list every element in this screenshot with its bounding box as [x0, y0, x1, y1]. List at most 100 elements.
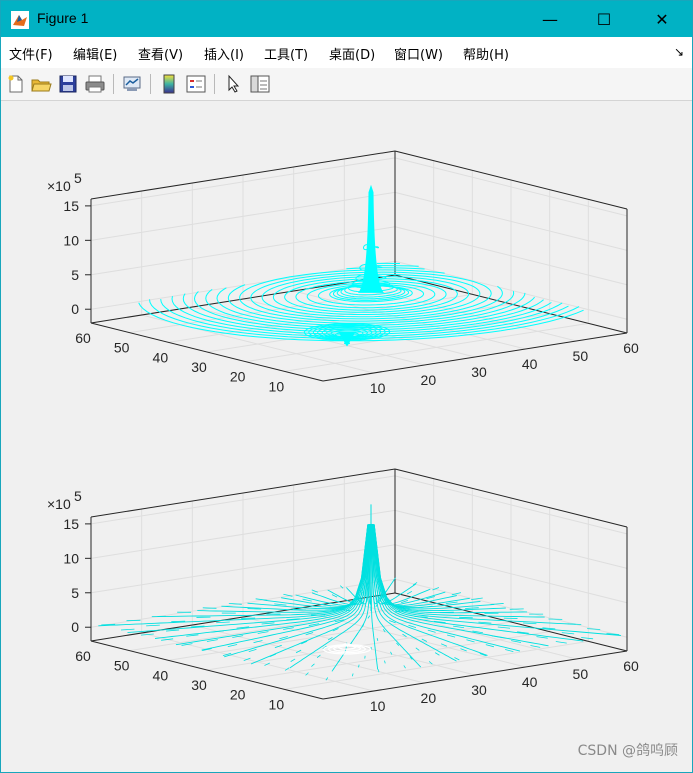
menu-window[interactable]: 窗口(W)	[394, 44, 443, 63]
streamline-segment	[274, 603, 287, 606]
streamline	[373, 524, 545, 618]
streamline	[98, 524, 369, 627]
toolbar-separator	[150, 74, 151, 94]
open-file-icon[interactable]	[30, 73, 52, 95]
streamline-segment	[414, 616, 428, 618]
menu-bar: 文件(F) 编辑(E) 查看(V) 插入(I) 工具(T) 桌面(D) 窗口(W…	[1, 37, 692, 69]
legend-icon[interactable]	[185, 73, 207, 95]
streamline	[372, 525, 488, 656]
z-exponent-label: ×10	[47, 178, 71, 194]
streamline-segment	[587, 628, 601, 630]
streamline	[373, 524, 481, 609]
streamline-segment	[536, 636, 548, 639]
x-tick-label: 40	[522, 674, 538, 690]
z-tick-label: 5	[71, 585, 79, 601]
menu-edit[interactable]: 编辑(E)	[73, 44, 117, 63]
y-tick-label: 50	[114, 658, 130, 674]
streamline-segment	[581, 637, 594, 640]
x-tick-label: 50	[573, 348, 589, 364]
gridline	[245, 631, 550, 681]
streamline-segment	[101, 623, 116, 626]
menu-help[interactable]: 帮助(H)	[463, 44, 509, 63]
colorbar-icon[interactable]	[158, 73, 180, 95]
streamline	[263, 524, 369, 608]
link-plot-icon[interactable]	[121, 73, 143, 95]
maximize-icon: ☐	[596, 9, 612, 29]
toolbar-separator	[214, 74, 215, 94]
y-tick-label: 50	[114, 340, 130, 356]
menu-desktop[interactable]: 桌面(D)	[329, 44, 375, 63]
matlab-logo-icon	[11, 11, 29, 29]
streamline-segment	[523, 622, 537, 625]
window-title: Figure 1	[37, 10, 89, 26]
z-tick-label: 5	[71, 267, 79, 283]
pointer-icon[interactable]	[223, 73, 245, 95]
z-exponent-power: 5	[74, 170, 82, 186]
print-icon[interactable]	[84, 73, 106, 95]
y-tick-label: 30	[191, 677, 207, 693]
streamline-segment	[227, 644, 238, 647]
streamline-segment	[216, 621, 230, 624]
z-tick-label: 0	[71, 301, 79, 317]
z-tick-label: 15	[63, 198, 79, 214]
menu-file[interactable]: 文件(F)	[9, 44, 53, 63]
streamline-segment	[302, 598, 312, 602]
close-button[interactable]: ✕	[639, 1, 685, 37]
y-tick-label: 10	[269, 378, 285, 394]
streamline-segment	[351, 673, 354, 677]
x-tick-label: 30	[471, 364, 487, 380]
streamline-segment	[403, 665, 406, 669]
z-tick-label: 0	[71, 619, 79, 635]
streamline	[373, 524, 584, 642]
streamline-segment	[465, 607, 479, 609]
streamline	[250, 525, 371, 665]
streamline-segment	[459, 616, 473, 619]
streamline-segment	[445, 601, 458, 605]
save-icon[interactable]	[57, 73, 79, 95]
y-tick-label: 60	[75, 330, 91, 346]
streamline-segment	[166, 629, 180, 632]
streamline-segment	[505, 649, 514, 653]
streamline-segment	[146, 624, 160, 627]
y-tick-label: 40	[153, 667, 169, 683]
x-tick-label: 10	[370, 698, 386, 714]
x-tick-label: 20	[421, 690, 437, 706]
streamline-segment	[434, 652, 440, 656]
streamline-segment	[311, 663, 315, 667]
menu-view[interactable]: 查看(V)	[138, 44, 183, 63]
y-tick-label: 40	[153, 349, 169, 365]
menu-tools[interactable]: 工具(T)	[264, 44, 308, 63]
streamline-segment	[406, 590, 413, 595]
property-inspector-icon[interactable]	[249, 73, 271, 95]
y-tick-label: 20	[230, 369, 246, 385]
toolbar	[1, 68, 692, 101]
streamline-segment	[247, 608, 262, 610]
y-tick-label: 20	[230, 687, 246, 703]
menu-overflow-icon[interactable]: ↘	[674, 45, 684, 59]
streamline	[311, 523, 370, 606]
menu-insert[interactable]: 插入(I)	[204, 44, 244, 63]
x-tick-label: 20	[421, 372, 437, 388]
maximize-button[interactable]: ☐	[581, 1, 627, 37]
y-tick-label: 10	[269, 696, 285, 712]
z-tick-label: 10	[63, 232, 79, 248]
title-bar[interactable]: Figure 1 — ☐ ✕	[1, 1, 692, 37]
streamline-segment	[466, 639, 475, 643]
x-tick-label: 60	[623, 340, 639, 356]
z-exponent-power: 5	[74, 488, 82, 504]
z-tick-label: 15	[63, 516, 79, 532]
x-tick-label: 40	[522, 356, 538, 372]
new-figure-icon[interactable]	[5, 73, 27, 95]
x-tick-label: 10	[370, 380, 386, 396]
x-tick-label: 50	[573, 666, 589, 682]
y-tick-label: 60	[75, 648, 91, 664]
streamline-segment	[427, 629, 436, 633]
streamline-segment	[497, 626, 511, 629]
figure-canvas[interactable]: 151050×10 510 20 30 40 50 60102030405060151050…	[1, 101, 692, 772]
streamline-segment	[387, 586, 390, 590]
minimize-button[interactable]: —	[527, 1, 573, 37]
x-tick-label: 60	[623, 658, 639, 674]
minimize-icon: —	[542, 9, 558, 29]
gridline	[129, 602, 434, 652]
streamline-segment	[120, 628, 135, 631]
